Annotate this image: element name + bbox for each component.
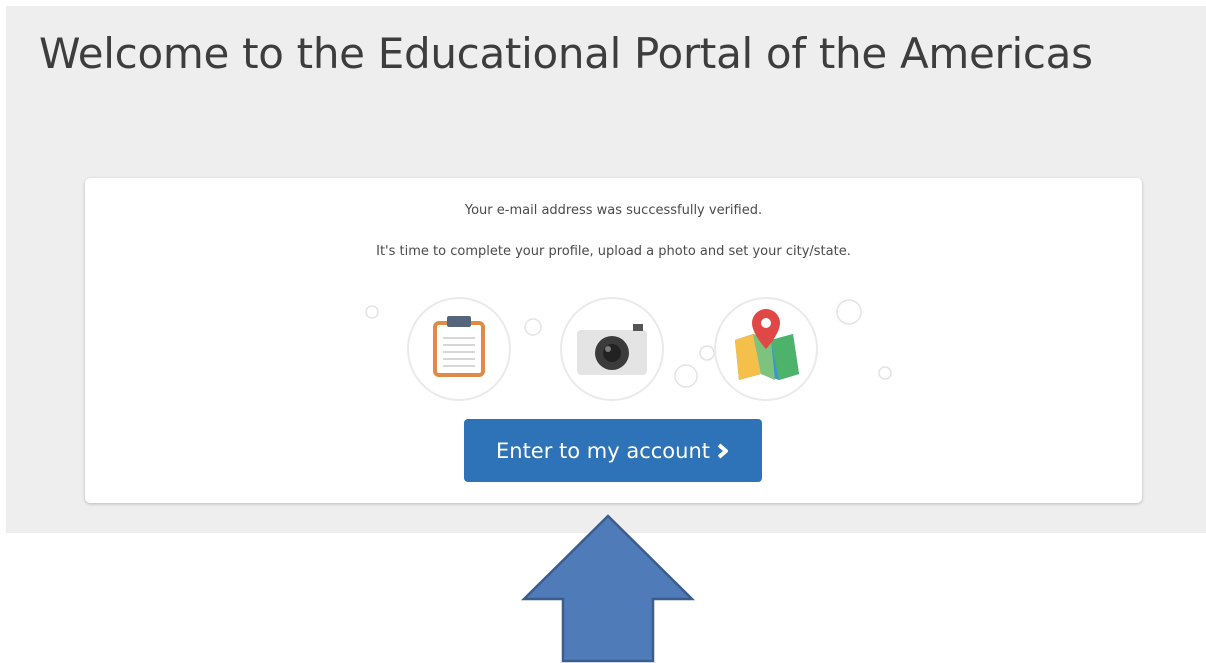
enter-account-label: Enter to my account	[495, 438, 711, 463]
decor-circle	[365, 305, 379, 319]
decor-circle	[674, 364, 698, 388]
camera-icon	[560, 297, 664, 401]
up-arrow-annotation	[520, 514, 696, 663]
decor-circle	[699, 345, 715, 361]
page-title: Welcome to the Educational Portal of the…	[39, 29, 1093, 78]
decor-circle	[878, 366, 892, 380]
map-pin-icon	[714, 297, 818, 401]
verification-card: Your e-mail address was successfully ver…	[85, 178, 1142, 503]
decor-circle	[524, 318, 542, 336]
clipboard-icon	[407, 297, 511, 401]
decor-circle	[836, 299, 862, 325]
chevron-right-icon	[717, 442, 729, 459]
enter-account-button[interactable]: Enter to my account	[464, 419, 762, 482]
